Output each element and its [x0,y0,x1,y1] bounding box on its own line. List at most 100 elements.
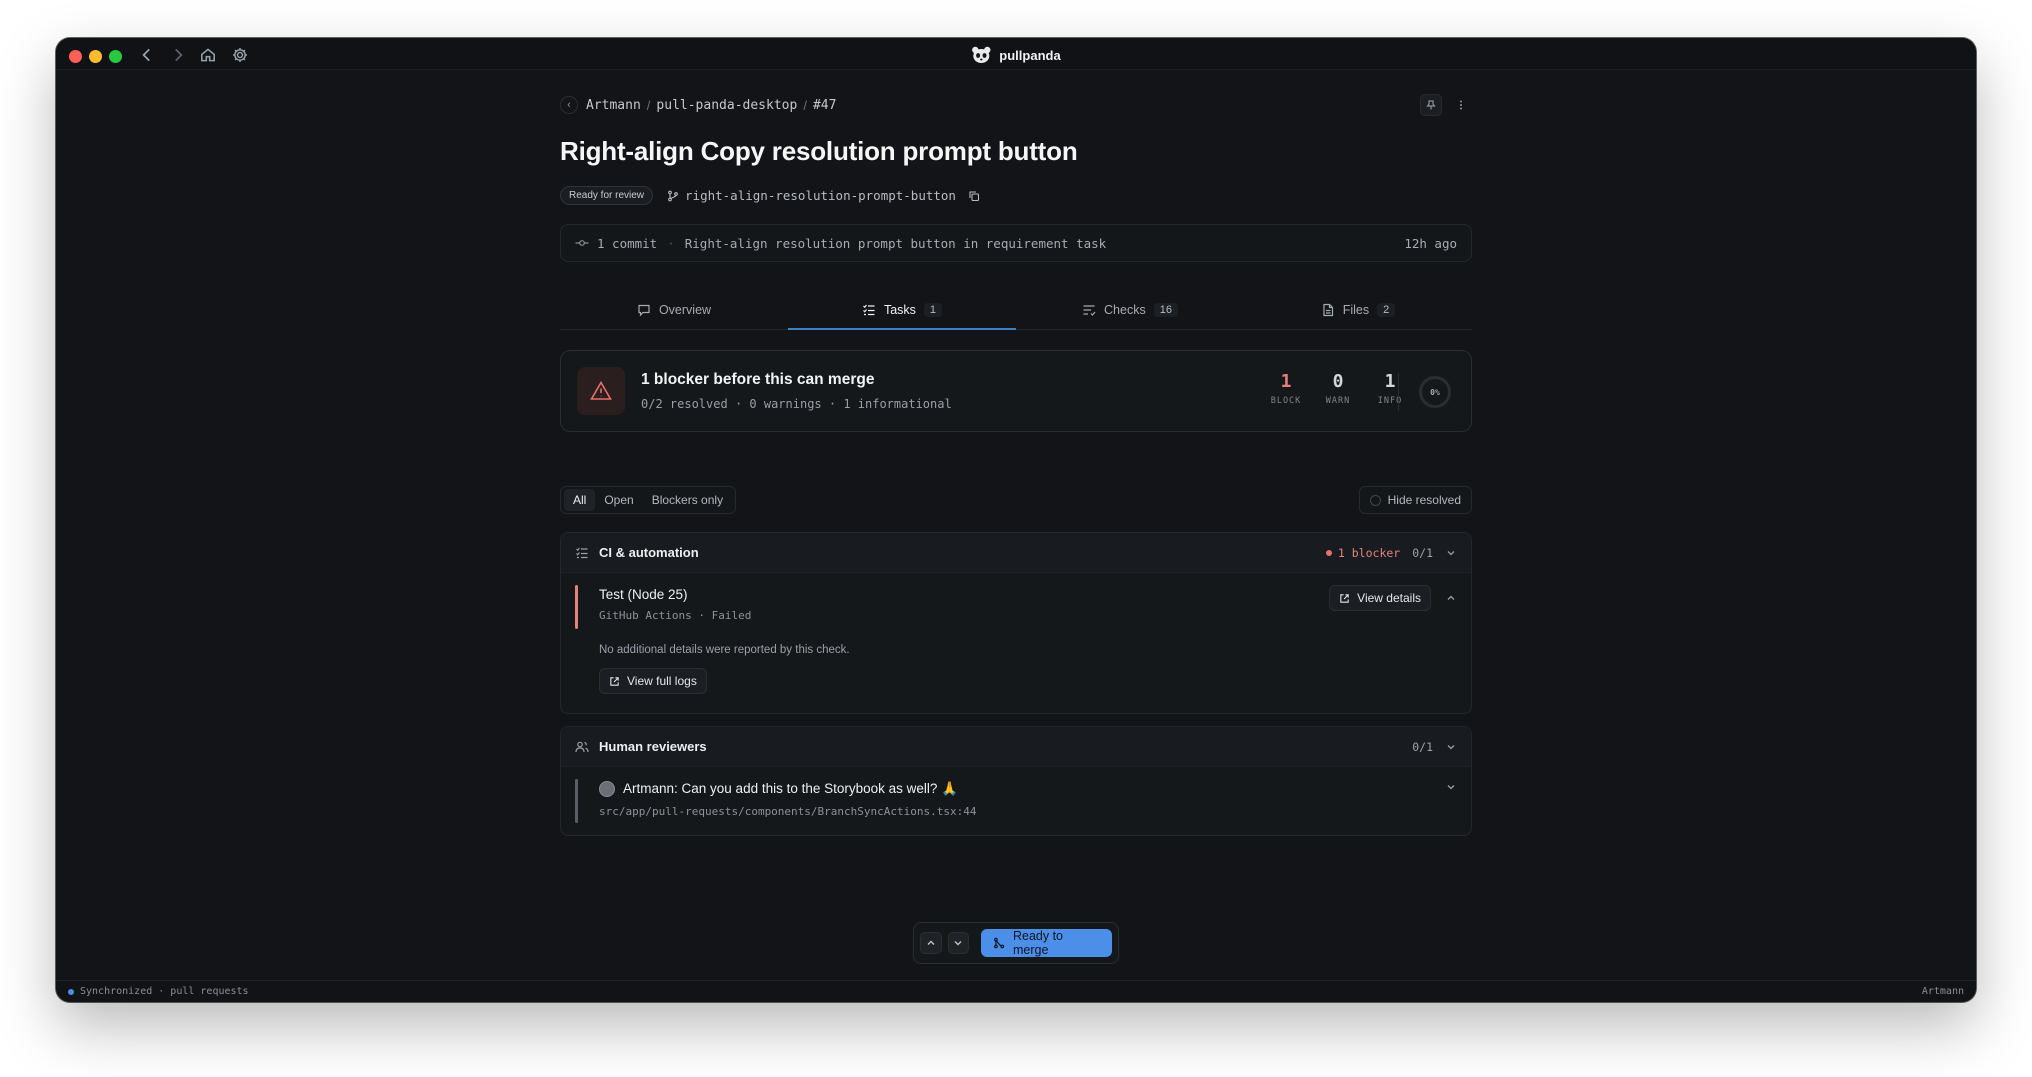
more-vertical-icon [1460,100,1462,110]
chat-icon [638,304,650,316]
section-count: 0/1 [1412,739,1433,754]
chevron-up-icon [927,940,935,945]
view-details-button[interactable]: View details [1329,585,1431,611]
warnings-count: 0 warnings [749,397,822,411]
blocker-title: 1 blocker before this can merge [641,371,875,388]
view-full-logs-button[interactable]: View full logs [599,668,707,694]
view-details-label: View details [1357,591,1421,605]
stat-label: BLOCK [1270,396,1302,406]
more-menu-button[interactable] [1450,94,1472,116]
section-header[interactable]: CI & automation 1 blocker 0/1 [561,533,1471,573]
tab-bar: Overview Tasks 1 Checks 16 Files 2 [560,290,1472,330]
breadcrumb: ‹ Artmann / pull-panda-desktop / #47 [560,94,1472,116]
chevron-down-icon[interactable] [1445,547,1457,559]
filter-blockers-only[interactable]: Blockers only [643,489,732,511]
toggle-indicator [1369,494,1381,506]
pin-icon [1426,100,1436,110]
separator: · [667,235,675,251]
separator: · [828,397,844,411]
page-title: Right-align Copy resolution prompt butto… [560,136,1078,166]
next-task-button[interactable] [947,932,970,954]
filter-group: All Open Blockers only [560,486,737,514]
stat-value: 1 [1280,371,1292,392]
commit-bar[interactable]: 1 commit · Right-align resolution prompt… [560,224,1472,262]
previous-task-button[interactable] [920,932,942,954]
blocker-indicator: 1 blocker [1325,546,1400,560]
view-full-logs-label: View full logs [627,674,697,688]
check-item: Test (Node 25) GitHub Actions · Failed V… [561,573,1471,694]
checks-icon [1083,304,1096,316]
separator: · [698,609,712,622]
status-bar: Synchronized · pull requests Artmann [56,980,1976,1002]
back-button[interactable]: ‹ [560,96,578,114]
tab-label: Overview [658,302,712,317]
close-window-button[interactable] [69,50,82,63]
check-source: GitHub Actions [599,609,692,622]
chevron-down-icon[interactable] [1445,741,1457,753]
home-icon[interactable] [199,46,217,64]
sync-status-dot [68,988,74,995]
ci-automation-section: CI & automation 1 blocker 0/1 Test (Node… [560,532,1472,714]
info-count: 1 informational [843,397,952,411]
stat-info: 1 INFO [1373,371,1407,406]
comment-text: Artmann: Can you add this to the Storybo… [623,781,958,796]
blocker-summary-card: 1 blocker before this can merge 0/2 reso… [560,350,1472,432]
tab-files[interactable]: Files 2 [1244,290,1472,329]
pin-button[interactable] [1420,94,1442,116]
commit-time: 12h ago [1404,235,1457,251]
tab-tasks[interactable]: Tasks 1 [788,290,1016,330]
section-header[interactable]: Human reviewers 0/1 [561,727,1471,767]
filter-open[interactable]: Open [595,489,642,511]
status-badge: Ready for review [560,186,654,205]
branch-label: right-align-resolution-prompt-button [685,188,956,203]
check-detail-text: No additional details were reported by t… [599,644,850,656]
stats-group: 1 BLOCK 0 WARN 1 INFO [1269,371,1407,406]
section-meta: 0/1 [1412,740,1457,754]
hide-resolved-label: Hide resolved [1387,493,1461,507]
minimize-window-button[interactable] [89,50,102,63]
app-title: pullpanda [971,46,1061,64]
tab-label: Tasks [883,302,916,317]
file-icon [1323,303,1333,316]
stat-warn: 0 WARN [1321,371,1355,406]
commit-count: 1 commit [597,235,658,251]
breadcrumb-repo[interactable]: pull-panda-desktop [656,98,797,113]
copy-icon[interactable] [968,190,980,202]
tasks-icon [576,547,588,558]
status-user: Artmann [1921,986,1964,997]
users-icon [575,741,589,752]
review-comment-item[interactable]: Artmann: Can you add this to the Storybo… [561,767,1471,823]
human-reviewers-section: Human reviewers 0/1 Artmann: Can you add… [560,726,1472,836]
section-count: 0/1 [1412,545,1433,560]
maximize-window-button[interactable] [109,50,122,63]
tab-overview[interactable]: Overview [560,290,788,329]
separator: · [734,397,750,411]
stat-value: 0 [1332,371,1344,392]
hide-resolved-toggle[interactable]: Hide resolved [1358,486,1472,514]
divider [1398,373,1399,411]
warning-icon-box [577,367,625,415]
section-meta: 1 blocker 0/1 [1325,545,1457,560]
ready-to-merge-button[interactable]: Ready to merge [981,929,1112,957]
branch-icon [668,190,678,201]
comment-file-path[interactable]: src/app/pull-requests/components/BranchS… [599,805,1471,818]
chevron-left-icon[interactable] [138,46,156,64]
chevron-right-icon[interactable] [169,46,187,64]
chevron-down-icon[interactable] [1445,781,1457,793]
panda-logo-icon [972,46,991,63]
commit-message: Right-align resolution prompt button in … [684,235,1107,251]
blocker-subtitle: 0/2 resolved · 0 warnings · 1 informatio… [641,397,952,411]
chevron-up-icon[interactable] [1445,592,1457,604]
tab-checks[interactable]: Checks 16 [1016,290,1244,329]
tab-label: Checks [1104,302,1146,317]
blocker-bar [575,585,578,629]
gear-icon[interactable] [231,46,249,64]
check-status: Failed [711,609,752,622]
pr-meta: Ready for review right-align-resolution-… [560,186,980,205]
tab-count: 16 [1153,302,1178,317]
breadcrumb-owner[interactable]: Artmann [586,98,641,113]
external-link-icon [1340,593,1349,603]
commit-icon [575,240,589,246]
breadcrumb-separator: / [646,97,651,113]
filter-all[interactable]: All [564,489,596,511]
